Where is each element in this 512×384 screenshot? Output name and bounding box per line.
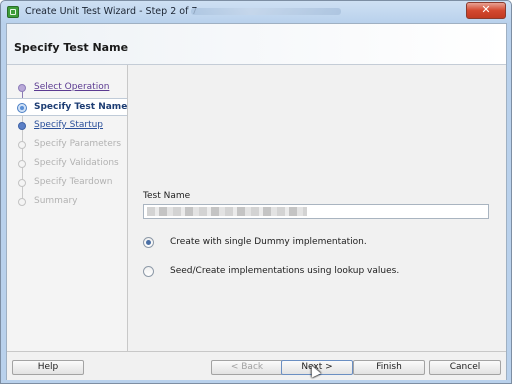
- step-specify-teardown: Specify Teardown: [7, 174, 127, 192]
- test-name-label: Test Name: [143, 191, 191, 201]
- step-disabled-icon: [18, 198, 26, 206]
- radio-label: Create with single Dummy implementation.: [170, 237, 367, 247]
- page-title: Specify Test Name: [14, 41, 129, 54]
- step-specify-test-name[interactable]: Specify Test Name: [7, 98, 127, 116]
- back-button[interactable]: < Back: [211, 360, 283, 375]
- blurred-title-text: [191, 8, 341, 15]
- step-enabled-icon: [18, 122, 26, 130]
- title-bar[interactable]: Create Unit Test Wizard - Step 2 of 7 ✕: [1, 1, 511, 23]
- wizard-window: Create Unit Test Wizard - Step 2 of 7 ✕ …: [0, 0, 512, 384]
- step-disabled-icon: [18, 141, 26, 149]
- step-navigator: Select Operation Specify Test Name Speci…: [7, 65, 128, 351]
- blurred-input-text: [147, 207, 307, 216]
- radio-label: Seed/Create implementations using lookup…: [170, 266, 400, 276]
- wizard-body: Select Operation Specify Test Name Speci…: [7, 65, 506, 351]
- finish-button[interactable]: Finish: [353, 360, 425, 375]
- radio-button-selected[interactable]: [143, 237, 154, 248]
- step-specify-validations: Specify Validations: [7, 155, 127, 173]
- step-disabled-icon: [18, 179, 26, 187]
- step-current-icon: [18, 104, 26, 112]
- step-label: Summary: [34, 196, 78, 206]
- step-label: Specify Validations: [34, 158, 119, 168]
- wizard-client: Specify Test Name Select Operation Speci…: [6, 23, 507, 380]
- step-label: Specify Startup: [34, 120, 104, 130]
- step-select-operation[interactable]: Select Operation: [7, 79, 127, 97]
- step-label: Specify Teardown: [34, 177, 113, 187]
- cancel-button[interactable]: Cancel: [429, 360, 501, 375]
- step-label: Specify Test Name: [34, 102, 128, 112]
- close-button[interactable]: ✕: [466, 2, 506, 19]
- step-disabled-icon: [18, 160, 26, 168]
- wizard-footer: Help < Back Next > Finish Cancel: [7, 351, 506, 380]
- step-content: Test Name Create with single Dummy imple…: [128, 65, 506, 351]
- step-specify-startup[interactable]: Specify Startup: [7, 117, 127, 135]
- step-summary: Summary: [7, 193, 127, 211]
- wizard-header: Specify Test Name: [7, 24, 506, 65]
- step-visited-icon: [18, 84, 26, 92]
- step-label: Specify Parameters: [34, 139, 122, 149]
- window-title: Create Unit Test Wizard - Step 2 of 7: [25, 6, 198, 17]
- app-icon: [7, 6, 19, 18]
- help-button[interactable]: Help: [12, 360, 84, 375]
- step-label: Select Operation: [34, 82, 110, 92]
- radio-button[interactable]: [143, 266, 154, 277]
- step-specify-parameters: Specify Parameters: [7, 136, 127, 154]
